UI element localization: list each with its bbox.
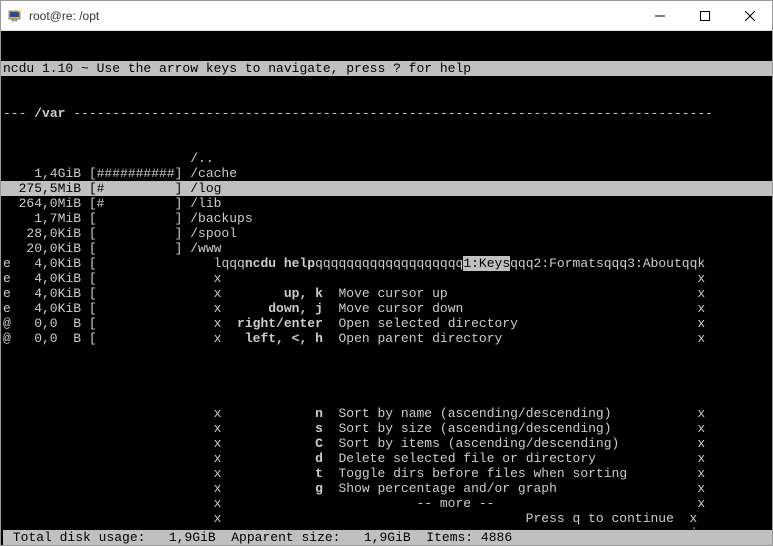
help-line: x g Show percentage and/or graph x <box>1 481 772 496</box>
help-line: x n Sort by name (ascending/descending) … <box>1 406 772 421</box>
dir-entry[interactable]: 264,0MiB [# ] /lib <box>1 196 772 211</box>
total-disk-usage: 1,9GiB <box>145 530 215 545</box>
putty-icon <box>7 8 23 24</box>
minimize-button[interactable] <box>637 1 682 30</box>
file-list: /.. 1,4GiB [##########] /cache 275,5MiB … <box>1 151 772 346</box>
dir-entry[interactable]: 1,4GiB [##########] /cache <box>1 166 772 181</box>
item-count: 4886 <box>473 530 512 545</box>
dir-entry[interactable]: e 4,0KiB [ lqqqncdu helpqqqqqqqqqqqqqqqq… <box>1 256 772 271</box>
dir-entry[interactable]: /.. <box>1 151 772 166</box>
dir-entry[interactable]: e 4,0KiB [ x up, k Move cursor up x <box>1 286 772 301</box>
help-line: x -- more -- x <box>1 496 772 511</box>
current-path: /var <box>34 106 65 121</box>
dir-entry[interactable]: 1,7MiB [ ] /backups <box>1 211 772 226</box>
dir-entry[interactable]: @ 0,0 B [ x right/enter Open selected di… <box>1 316 772 331</box>
titlebar[interactable]: root@re: /opt <box>1 1 772 31</box>
help-line: x s Sort by size (ascending/descending) … <box>1 421 772 436</box>
maximize-button[interactable] <box>682 1 727 30</box>
close-button[interactable] <box>727 1 772 30</box>
dir-entry[interactable]: 275,5MiB [# ] /log <box>1 181 772 196</box>
terminal[interactable]: ncdu 1.10 ~ Use the arrow keys to naviga… <box>1 31 772 545</box>
ncdu-header: ncdu 1.10 ~ Use the arrow keys to naviga… <box>1 61 772 76</box>
dir-entry[interactable]: @ 0,0 B [ x left, <, h Open parent direc… <box>1 331 772 346</box>
dir-entry[interactable]: e 4,0KiB [ x x <box>1 271 772 286</box>
path-line: --- /var -------------------------------… <box>1 106 772 121</box>
help-line: x C Sort by items (ascending/descending)… <box>1 436 772 451</box>
help-dialog: x n Sort by name (ascending/descending) … <box>1 406 772 541</box>
dir-entry[interactable]: e 4,0KiB [ x down, j Move cursor down x <box>1 301 772 316</box>
apparent-size: 1,9GiB <box>340 530 410 545</box>
app-window: root@re: /opt ncdu 1.10 ~ Use the arrow … <box>0 0 773 546</box>
help-line: x d Delete selected file or directory x <box>1 451 772 466</box>
dir-entry[interactable]: 20,0KiB [ ] /www <box>1 241 772 256</box>
dir-entry[interactable]: 28,0KiB [ ] /spool <box>1 226 772 241</box>
footer-status: Total disk usage: 1,9GiB Apparent size: … <box>3 530 772 545</box>
window-title: root@re: /opt <box>29 10 637 22</box>
help-line: x t Toggle dirs before files when sortin… <box>1 466 772 481</box>
help-line: x Press q to continue x <box>1 511 772 526</box>
